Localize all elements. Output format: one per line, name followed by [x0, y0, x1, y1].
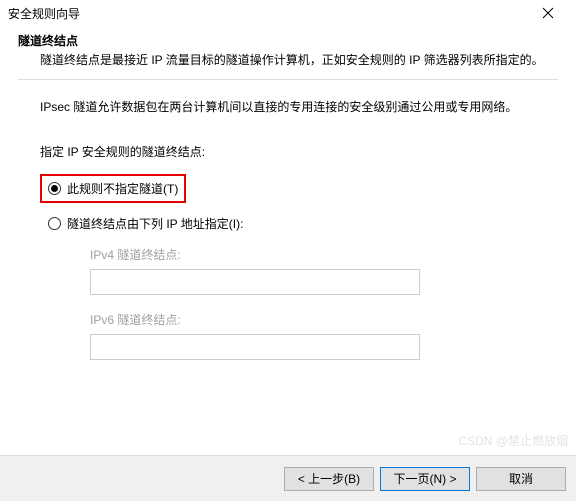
divider — [18, 79, 558, 80]
description-text: IPsec 隧道允许数据包在两台计算机间以直接的专用连接的安全级别通过公用或专用… — [40, 98, 558, 115]
back-button[interactable]: < 上一步(B) — [284, 467, 374, 491]
radio-no-tunnel[interactable]: 此规则不指定隧道(T) — [48, 180, 178, 197]
ipv4-input — [90, 269, 420, 295]
radio-icon — [48, 182, 61, 195]
radio-specify-ip[interactable]: 隧道终结点由下列 IP 地址指定(I): — [48, 215, 558, 232]
radio-icon — [48, 217, 61, 230]
prompt-text: 指定 IP 安全规则的隧道终结点: — [40, 143, 558, 160]
ipv4-label: IPv4 隧道终结点: — [90, 246, 558, 263]
page-subheading: 隧道终结点是最接近 IP 流量目标的隧道操作计算机，正如安全规则的 IP 筛选器… — [40, 51, 558, 69]
window-title: 安全规则向导 — [8, 5, 80, 22]
cancel-button[interactable]: 取消 — [476, 467, 566, 491]
ipv6-input — [90, 334, 420, 360]
radio-no-tunnel-label: 此规则不指定隧道(T) — [67, 180, 178, 197]
next-button[interactable]: 下一页(N) > — [380, 467, 470, 491]
page-heading: 隧道终结点 — [18, 32, 558, 49]
close-icon — [542, 7, 554, 19]
tunnel-radio-group: 此规则不指定隧道(T) 隧道终结点由下列 IP 地址指定(I): IPv4 隧道… — [40, 174, 558, 360]
radio-specify-ip-label: 隧道终结点由下列 IP 地址指定(I): — [67, 215, 243, 232]
button-row: < 上一步(B) 下一页(N) > 取消 — [0, 455, 576, 501]
close-button[interactable] — [528, 2, 568, 24]
ipv6-label: IPv6 隧道终结点: — [90, 311, 558, 328]
title-bar: 安全规则向导 — [0, 0, 576, 26]
content-area: 隧道终结点 隧道终结点是最接近 IP 流量目标的隧道操作计算机，正如安全规则的 … — [0, 26, 576, 360]
ipv4-field-group: IPv4 隧道终结点: — [90, 246, 558, 295]
watermark: CSDN @禁止燃放烟 — [458, 432, 568, 449]
ipv6-field-group: IPv6 隧道终结点: — [90, 311, 558, 360]
highlight-annotation: 此规则不指定隧道(T) — [40, 174, 186, 203]
